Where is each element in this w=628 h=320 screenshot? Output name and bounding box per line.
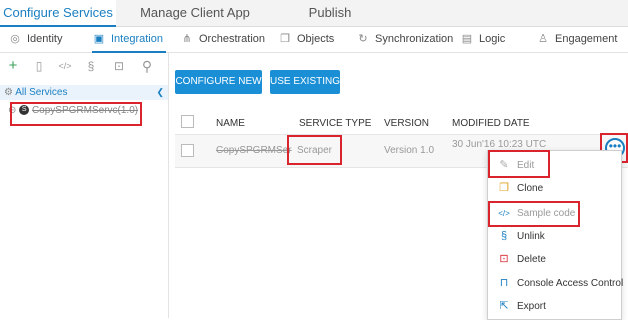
nav-synchronization[interactable]: ↻ Synchronization: [356, 27, 453, 52]
service-type-nav: ◎ Identity ▣ Integration ⋔ Orchestration ❐ O…: [0, 27, 628, 53]
all-services-node[interactable]: ⚙ All Services ❮: [0, 85, 168, 100]
row-version: Version 1.0: [384, 145, 435, 156]
nav-engagement[interactable]: ♙ Engagement: [536, 27, 617, 52]
nav-integration[interactable]: ▣ Integration: [92, 27, 166, 53]
objects-icon: ❐: [280, 33, 290, 45]
row-checkbox[interactable]: [181, 144, 194, 157]
tab-configure-services[interactable]: Configure Services: [0, 0, 116, 27]
column-header-modified-date[interactable]: MODIFIED DATE: [452, 118, 530, 129]
highlight-box-sample-code: [488, 201, 580, 227]
menu-item-clone-label: Clone: [517, 183, 544, 194]
code-icon[interactable]: </>: [56, 57, 74, 75]
column-header-service-type[interactable]: SERVICE TYPE: [299, 118, 371, 129]
add-icon[interactable]: +: [4, 57, 22, 75]
nav-objects[interactable]: ❐ Objects: [278, 27, 334, 52]
clone-icon: ❐: [499, 182, 509, 194]
top-tab-bar: Configure Services Manage Client App Ass…: [0, 0, 628, 46]
sync-icon: ↻: [358, 33, 368, 45]
nav-identity-label: Identity: [27, 33, 63, 45]
nav-orchestration-label: Orchestration: [199, 33, 266, 45]
menu-item-export-label: Export: [517, 301, 546, 312]
unlink-icon[interactable]: §: [82, 57, 100, 75]
service-tree-panel: + ▯ </> § ⊡ ⚲ ⚙ All Services ❮ ⊝ S CopyS…: [0, 53, 169, 318]
row-name: CopySPGRMSer: [216, 145, 292, 156]
tab-publish[interactable]: Publish: [280, 0, 380, 26]
menu-item-clone[interactable]: ❐ Clone: [488, 177, 621, 199]
column-header-version[interactable]: VERSION: [384, 118, 429, 129]
menu-item-console-access-control-label: Console Access Control: [517, 278, 624, 289]
engagement-icon: ♙: [538, 33, 548, 45]
menu-item-delete[interactable]: ⊡ Delete: [488, 248, 621, 270]
nav-integration-label: Integration: [111, 33, 163, 45]
unlink-icon: §: [500, 230, 508, 242]
integration-icon: ▣: [93, 33, 105, 45]
tab-manage-client-app-assets[interactable]: Manage Client App Assets: [120, 0, 270, 46]
nav-logic-label: Logic: [479, 33, 506, 45]
menu-item-console-access-control[interactable]: ⊓ Console Access Control: [488, 272, 624, 294]
all-services-label: All Services: [15, 87, 68, 98]
highlight-box-edit: [488, 150, 550, 178]
nav-orchestration[interactable]: ⋔ Orchestration: [180, 27, 265, 52]
trash-icon: ⊡: [499, 253, 509, 265]
nav-engagement-label: Engagement: [555, 33, 618, 45]
highlight-box-service-item: [10, 102, 142, 126]
nav-synchronization-label: Synchronization: [375, 33, 454, 45]
use-existing-button[interactable]: USE EXISTING: [270, 70, 340, 94]
menu-item-export[interactable]: ⇱ Export: [488, 295, 621, 317]
orchestration-icon: ⋔: [182, 33, 192, 45]
fingerprint-icon: ◎: [10, 33, 20, 45]
gear-icon: ⚙: [4, 87, 13, 98]
menu-item-unlink-label: Unlink: [517, 231, 545, 242]
column-header-name[interactable]: NAME: [216, 118, 245, 129]
export-icon: ⇱: [499, 300, 509, 312]
logic-icon: ▤: [461, 33, 473, 45]
nav-identity[interactable]: ◎ Identity: [8, 27, 62, 52]
menu-item-unlink[interactable]: § Unlink: [488, 225, 621, 247]
copy-icon[interactable]: ▯: [30, 57, 48, 75]
menu-item-delete-label: Delete: [517, 254, 546, 265]
configure-new-button[interactable]: CONFIGURE NEW: [175, 70, 262, 94]
nav-logic[interactable]: ▤ Logic: [460, 27, 506, 52]
nav-objects-label: Objects: [297, 33, 335, 45]
row-modified-date: 30 Jun'16 10:23 UTC: [452, 139, 547, 150]
lock-icon: ⊓: [499, 277, 509, 289]
highlight-box-service-type: [287, 135, 342, 165]
select-all-checkbox[interactable]: [181, 115, 194, 128]
collapse-panel-icon[interactable]: ❮: [156, 85, 164, 100]
search-icon[interactable]: ⚲: [138, 57, 156, 75]
trash-icon[interactable]: ⊡: [110, 57, 128, 75]
